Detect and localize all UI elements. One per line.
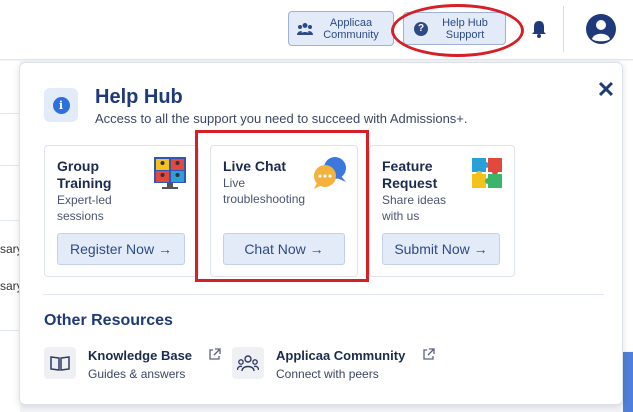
topbar-divider	[563, 6, 564, 52]
applicaa-community-link[interactable]: Applicaa Community Connect with peers	[232, 345, 442, 385]
card-title: Live Chat	[223, 158, 287, 174]
people-icon	[237, 355, 259, 372]
section-divider	[43, 294, 604, 295]
external-link-icon	[423, 348, 435, 360]
info-icon-box: i	[44, 88, 78, 122]
submit-now-button[interactable]: Submit Now →	[382, 233, 500, 265]
chat-bubbles-icon	[314, 157, 346, 189]
external-link-icon	[209, 348, 221, 360]
community-button[interactable]: Applicaa Community	[288, 11, 394, 46]
puzzle-icon	[472, 158, 502, 188]
avatar-icon[interactable]	[586, 14, 616, 44]
background-divider	[0, 113, 20, 114]
card-title-line: Group	[57, 158, 99, 174]
background-text: sary	[0, 279, 20, 293]
card-desc-line: troubleshooting	[223, 192, 306, 206]
card-description: Live troubleshooting	[223, 175, 305, 207]
group-training-icon	[154, 157, 186, 189]
card-group-training: Group Training Expert-led sessions Regis…	[44, 145, 199, 277]
card-title-line: Training	[57, 175, 112, 191]
background-divider	[0, 165, 20, 166]
resource-subtitle: Guides & answers	[88, 367, 186, 381]
community-button-label: Applicaa Community	[323, 16, 379, 41]
info-icon: i	[52, 96, 70, 114]
card-title-line: Request	[382, 175, 438, 191]
help-hub-button[interactable]: ? Help Hub Support	[403, 12, 506, 45]
card-description: Share ideas with us	[382, 192, 446, 224]
community-icon	[297, 22, 313, 35]
background-divider	[0, 330, 20, 331]
chat-now-button[interactable]: Chat Now →	[223, 233, 345, 265]
card-live-chat: Live Chat Live troubleshooting Chat Now …	[210, 145, 358, 277]
card-title-line: Feature	[382, 158, 433, 174]
card-desc-line: Share ideas	[382, 193, 447, 207]
close-icon[interactable]: ✕	[596, 79, 616, 101]
card-desc-line: Live	[223, 176, 246, 190]
book-icon	[50, 356, 70, 371]
book-icon-box	[44, 347, 76, 379]
background-accent	[623, 352, 633, 412]
background-text: sary	[0, 242, 20, 256]
card-desc-line: Expert-led	[57, 193, 112, 207]
question-icon: ?	[414, 21, 428, 36]
resource-subtitle: Connect with peers	[276, 367, 379, 381]
card-title: Feature Request	[382, 158, 437, 192]
card-title: Group Training	[57, 158, 111, 192]
resource-title: Knowledge Base	[88, 348, 193, 363]
card-feature-request: Feature Request Share ideas with us Subm…	[369, 145, 515, 277]
card-desc-line: sessions	[57, 209, 104, 223]
other-resources-title: Other Resources	[44, 312, 173, 329]
background-divider	[0, 220, 20, 221]
register-now-button[interactable]: Register Now →	[57, 233, 185, 265]
help-hub-button-label: Help Hub Support	[442, 16, 488, 41]
top-bar: Applicaa Community ? Help Hub Support	[0, 0, 633, 60]
panel-title: Help Hub	[95, 86, 183, 108]
knowledge-base-link[interactable]: Knowledge Base Guides & answers	[44, 345, 224, 385]
people-icon-box	[232, 347, 264, 379]
help-hub-panel: i Help Hub Access to all the support you…	[19, 62, 623, 405]
card-description: Expert-led sessions	[57, 192, 112, 224]
card-desc-line: with us	[382, 209, 420, 223]
bell-icon[interactable]	[528, 18, 550, 40]
resource-title: Applicaa Community	[276, 348, 406, 363]
panel-subtitle: Access to all the support you need to su…	[95, 111, 468, 126]
